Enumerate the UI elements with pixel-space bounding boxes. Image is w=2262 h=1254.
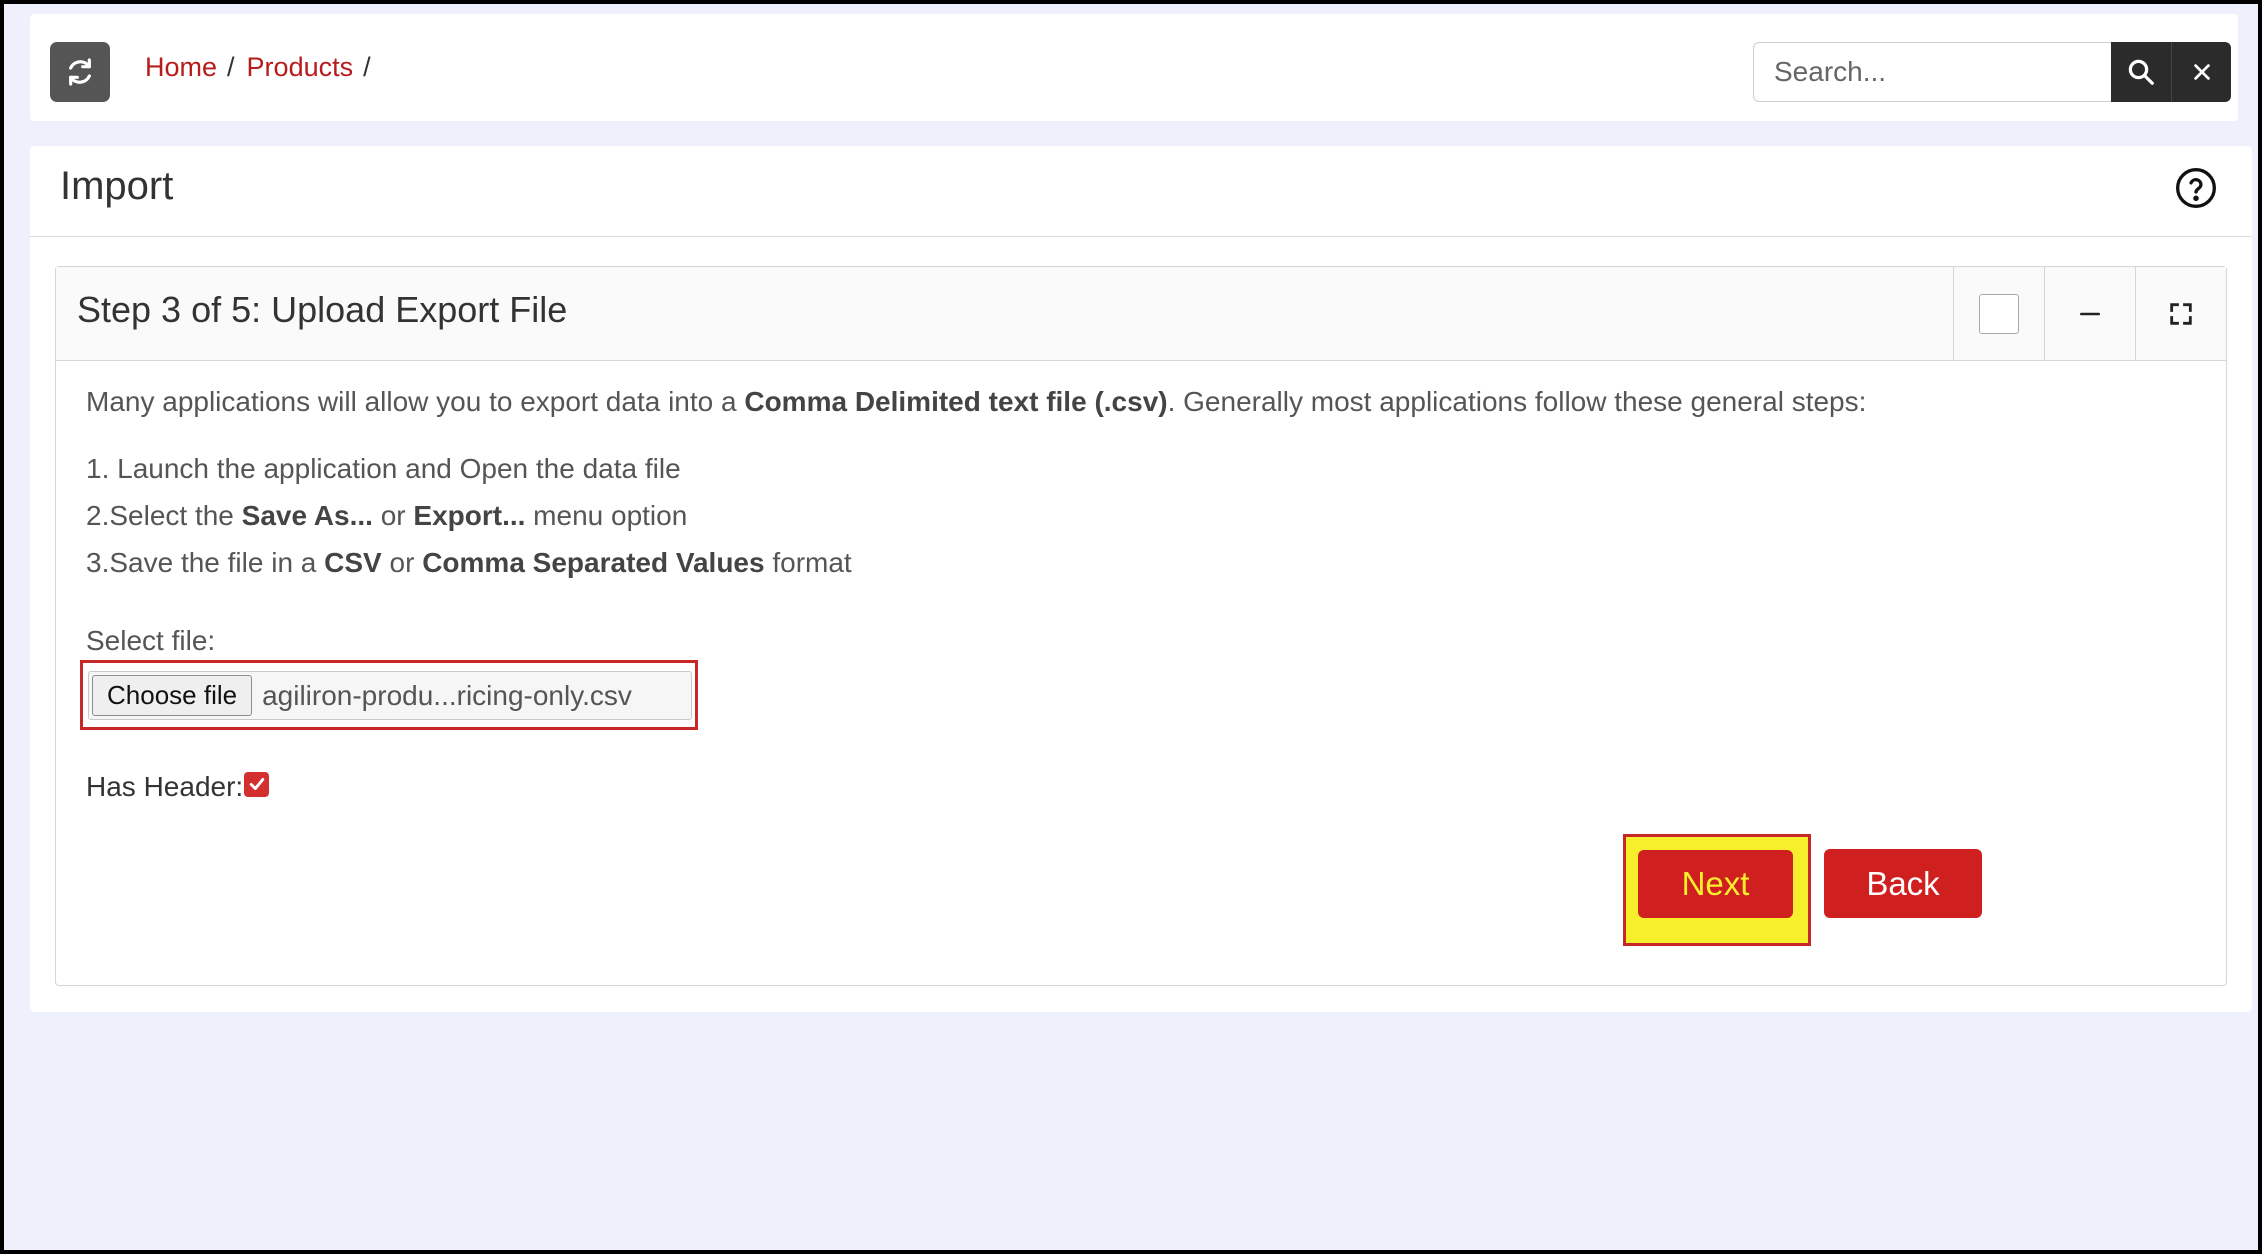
has-header-checkbox[interactable] xyxy=(244,771,270,797)
checkmark-icon xyxy=(249,778,264,790)
search-button[interactable] xyxy=(2111,42,2171,102)
next-button[interactable]: Next xyxy=(1638,850,1793,918)
step-3-text: or xyxy=(381,547,423,578)
breadcrumb-separator: / xyxy=(227,52,235,82)
search-input[interactable] xyxy=(1753,42,2111,102)
close-icon xyxy=(2193,64,2210,80)
refresh-button[interactable] xyxy=(50,42,110,102)
step-2-save-as: Save As... xyxy=(241,500,373,531)
card-header: Step 3 of 5: Upload Export File xyxy=(56,267,2226,361)
step-2-text: 2.Select the xyxy=(86,500,242,531)
collapse-card-button[interactable] xyxy=(2044,267,2135,360)
selected-file-name: agiliron-produ...ricing-only.csv xyxy=(262,679,632,711)
card-tools xyxy=(1953,267,2226,360)
step-3-text: 3.Save the file in a xyxy=(86,547,325,578)
instruction-steps: 1. Launch the application and Open the d… xyxy=(86,455,852,596)
has-header-label: Has Header: xyxy=(86,771,244,802)
intro-text: Many applications will allow you to expo… xyxy=(86,388,1866,416)
step-3-comma-separated: Comma Separated Values xyxy=(422,547,765,578)
step-3: 3.Save the file in a CSV or Comma Separa… xyxy=(86,549,852,596)
has-header-row: Has Header: xyxy=(86,771,270,802)
step-3-text: format xyxy=(764,547,852,578)
file-input[interactable]: Choose file agiliron-produ...ricing-only… xyxy=(88,671,692,720)
step-2-text: menu option xyxy=(525,500,688,531)
upload-step-card: Step 3 of 5: Upload Export File Many app… xyxy=(55,266,2227,986)
breadcrumb-products-link[interactable]: Products xyxy=(247,52,354,83)
top-bar: Home / Products / xyxy=(30,14,2238,121)
card-select-toggle[interactable] xyxy=(1953,267,2044,360)
file-input-highlight: Choose file agiliron-produ...ricing-only… xyxy=(80,660,698,730)
intro-text-bold: Comma Delimited text file (.csv) xyxy=(744,386,1168,417)
breadcrumb: Home / Products / xyxy=(145,52,383,83)
clear-search-button[interactable] xyxy=(2171,42,2231,102)
minimize-icon xyxy=(2080,312,2100,315)
search-bar xyxy=(1753,42,2231,102)
step-2: 2.Select the Save As... or Export... men… xyxy=(86,502,852,549)
breadcrumb-home-link[interactable]: Home xyxy=(145,52,217,83)
search-icon xyxy=(2128,59,2154,85)
back-button[interactable]: Back xyxy=(1824,849,1982,918)
step-1: 1. Launch the application and Open the d… xyxy=(86,453,681,484)
breadcrumb-separator: / xyxy=(363,52,371,82)
intro-text-end: . Generally most applications follow the… xyxy=(1167,386,1867,417)
step-2-export: Export... xyxy=(413,500,526,531)
card-title: Step 3 of 5: Upload Export File xyxy=(77,289,568,330)
step-3-csv: CSV xyxy=(324,547,382,578)
step-2-text: or xyxy=(372,500,414,531)
fullscreen-card-button[interactable] xyxy=(2135,267,2226,360)
import-panel: Import Step 3 of 5: Upload Export File M… xyxy=(30,146,2252,1012)
question-circle-icon[interactable] xyxy=(2174,166,2218,210)
select-file-label: Select file: xyxy=(86,625,216,656)
card-checkbox[interactable] xyxy=(1979,293,2019,334)
page-title: Import xyxy=(60,164,174,208)
panel-header: Import xyxy=(30,146,2252,237)
intro-text-start: Many applications will allow you to expo… xyxy=(86,386,745,417)
expand-icon xyxy=(2170,302,2192,325)
choose-file-button[interactable]: Choose file xyxy=(92,675,253,716)
refresh-icon xyxy=(69,58,91,86)
